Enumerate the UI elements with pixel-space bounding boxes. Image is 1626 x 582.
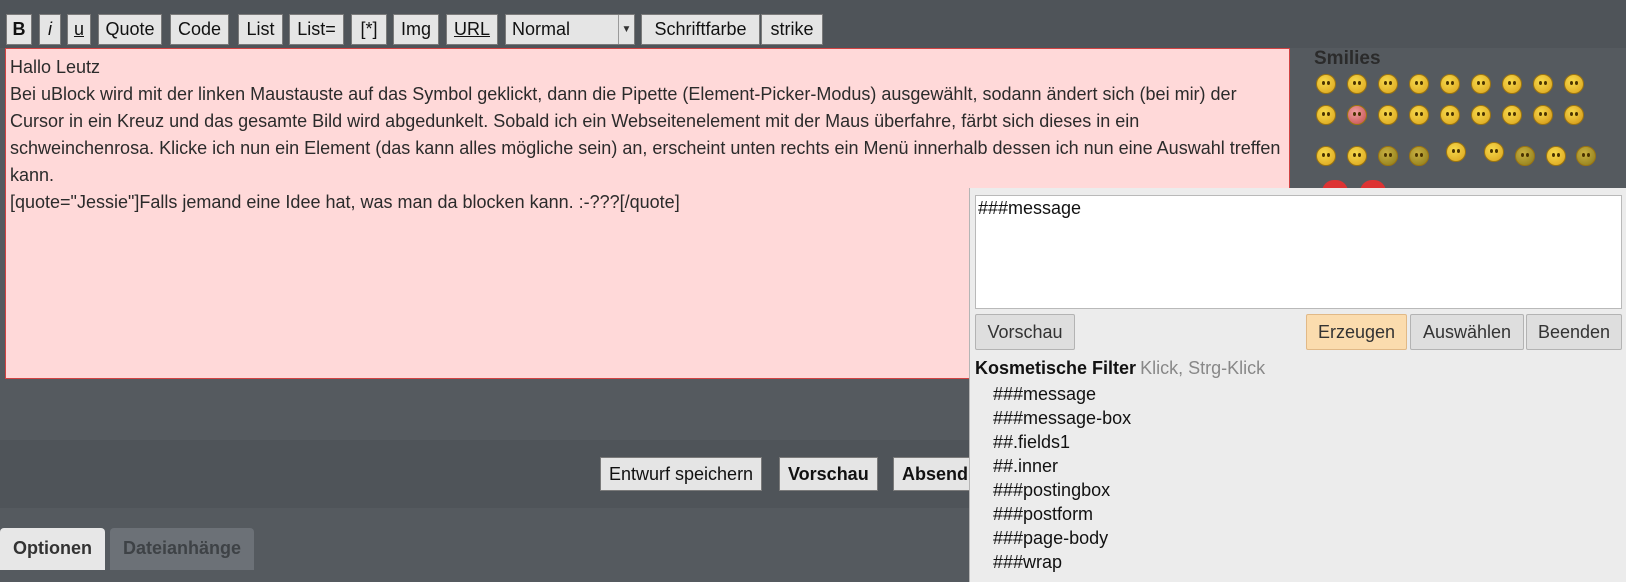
smiley-icon[interactable] [1533, 105, 1553, 125]
list-item[interactable]: ###postingbox [993, 478, 1131, 502]
font-size-select[interactable]: Normal ▼ [505, 14, 635, 45]
smiley-icon[interactable] [1546, 146, 1566, 166]
smiley-icon[interactable] [1576, 146, 1596, 166]
editor-line: Hallo Leutz [10, 57, 101, 77]
cosmetic-filter-list: ###message ###message-box ##.fields1 ##.… [993, 382, 1131, 574]
code-button[interactable]: Code [170, 14, 229, 45]
font-color-button[interactable]: Schriftfarbe [641, 14, 760, 45]
smiley-icon[interactable] [1564, 74, 1584, 94]
url-button[interactable]: URL [446, 14, 498, 45]
smiley-icon[interactable] [1409, 74, 1429, 94]
smiley-icon[interactable] [1502, 105, 1522, 125]
tab-attachments[interactable]: Dateianhänge [110, 528, 255, 570]
smiley-icon[interactable] [1378, 146, 1398, 166]
chevron-down-icon: ▼ [618, 15, 634, 44]
create-button[interactable]: Erzeugen [1306, 314, 1407, 350]
smiley-icon[interactable] [1316, 105, 1336, 125]
tab-options[interactable]: Optionen [0, 528, 105, 570]
font-size-value: Normal [512, 19, 571, 39]
smiley-icon[interactable] [1378, 105, 1398, 125]
smiley-icon[interactable] [1564, 105, 1584, 125]
smiley-icon[interactable] [1409, 146, 1429, 166]
bold-button[interactable]: B [6, 14, 32, 45]
smilies-heading: Smilies [1314, 48, 1381, 69]
list-button[interactable]: List [238, 14, 283, 45]
list-item-button[interactable]: [*] [351, 14, 387, 45]
smiley-icon[interactable] [1484, 142, 1504, 162]
list-item[interactable]: ##.inner [993, 454, 1131, 478]
save-draft-button[interactable]: Entwurf speichern [600, 457, 763, 491]
quote-button[interactable]: Quote [98, 14, 162, 45]
smiley-icon[interactable] [1446, 142, 1466, 162]
list-item[interactable]: ###page-body [993, 526, 1131, 550]
smiley-icon[interactable] [1471, 74, 1491, 94]
cosmetic-filters-header: Kosmetische Filter Klick, Strg-Klick [975, 358, 1265, 379]
editor-toolbar: B i u Quote Code List List= [*] Img URL … [0, 0, 1626, 48]
section-title: Kosmetische Filter [975, 358, 1137, 378]
smiley-icon[interactable] [1440, 105, 1460, 125]
img-button[interactable]: Img [393, 14, 439, 45]
element-picker-panel: ###message Vorschau Erzeugen Auswählen B… [969, 188, 1626, 582]
editor-line: Bei uBlock wird mit der linken Maustaust… [10, 84, 1286, 185]
smiley-icon[interactable] [1440, 74, 1460, 94]
preview-button[interactable]: Vorschau [779, 457, 878, 491]
smiley-icon[interactable] [1378, 74, 1398, 94]
quit-button[interactable]: Beenden [1526, 314, 1622, 350]
picker-preview-button[interactable]: Vorschau [975, 314, 1075, 350]
pick-button[interactable]: Auswählen [1410, 314, 1524, 350]
smiley-icon[interactable] [1502, 74, 1522, 94]
smiley-icon[interactable] [1515, 146, 1535, 166]
italic-button[interactable]: i [39, 14, 61, 45]
smiley-icon[interactable] [1409, 105, 1429, 125]
underline-button[interactable]: u [67, 14, 91, 45]
list-item[interactable]: ###postform [993, 502, 1131, 526]
smiley-icon[interactable] [1347, 74, 1367, 94]
strike-button[interactable]: strike [761, 14, 823, 45]
list-item[interactable]: ##.fields1 [993, 430, 1131, 454]
list-ordered-button[interactable]: List= [289, 14, 344, 45]
smiley-icon[interactable] [1316, 146, 1336, 166]
smiley-icon[interactable] [1533, 74, 1553, 94]
list-item[interactable]: ###wrap [993, 550, 1131, 574]
filter-input[interactable]: ###message [975, 195, 1622, 309]
smiley-icon[interactable] [1347, 105, 1367, 125]
section-hint: Klick, Strg-Klick [1140, 358, 1266, 378]
smiley-icon[interactable] [1316, 74, 1336, 94]
list-item[interactable]: ###message-box [993, 406, 1131, 430]
smiley-icon[interactable] [1471, 105, 1491, 125]
list-item[interactable]: ###message [993, 382, 1131, 406]
smiley-icon[interactable] [1347, 146, 1367, 166]
